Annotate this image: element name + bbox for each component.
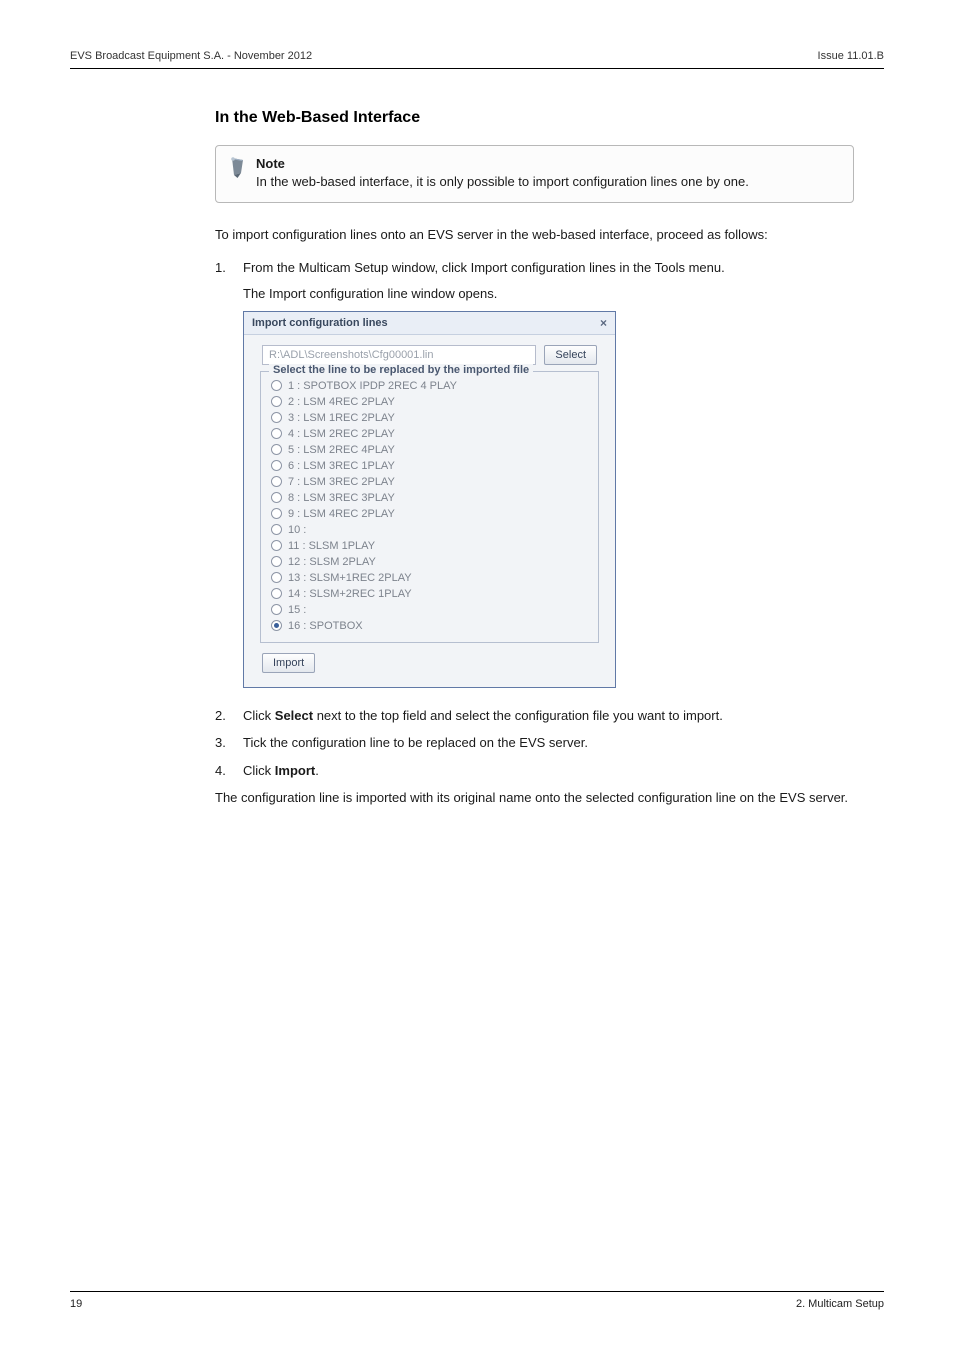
config-line-option[interactable]: 11 : SLSM 1PLAY bbox=[271, 538, 588, 554]
select-button[interactable]: Select bbox=[544, 345, 597, 365]
radio-icon bbox=[271, 508, 282, 519]
path-input[interactable] bbox=[262, 345, 536, 365]
section-title: In the Web-Based Interface bbox=[215, 109, 854, 127]
header-left: EVS Broadcast Equipment S.A. - November … bbox=[70, 50, 312, 62]
radio-icon bbox=[271, 620, 282, 631]
radio-icon bbox=[271, 476, 282, 487]
step-1: 1. From the Multicam Setup window, click… bbox=[215, 258, 854, 278]
note-title: Note bbox=[256, 156, 839, 171]
option-label: 9 : LSM 4REC 2PLAY bbox=[288, 508, 395, 520]
option-label: 4 : LSM 2REC 2PLAY bbox=[288, 428, 395, 440]
option-label: 14 : SLSM+2REC 1PLAY bbox=[288, 588, 412, 600]
import-button[interactable]: Import bbox=[262, 653, 315, 673]
dialog-titlebar: Import configuration lines × bbox=[244, 312, 615, 335]
option-label: 5 : LSM 2REC 4PLAY bbox=[288, 444, 395, 456]
config-line-option[interactable]: 9 : LSM 4REC 2PLAY bbox=[271, 506, 588, 522]
config-line-option[interactable]: 5 : LSM 2REC 4PLAY bbox=[271, 442, 588, 458]
note-text: In the web-based interface, it is only p… bbox=[256, 173, 839, 192]
step-text: From the Multicam Setup window, click Im… bbox=[243, 258, 725, 278]
step-4: 4. Click Import. bbox=[215, 761, 854, 781]
outro-paragraph: The configuration line is imported with … bbox=[215, 788, 854, 808]
fieldset-legend: Select the line to be replaced by the im… bbox=[269, 364, 533, 376]
option-label: 2 : LSM 4REC 2PLAY bbox=[288, 396, 395, 408]
option-label: 12 : SLSM 2PLAY bbox=[288, 556, 376, 568]
header-right: Issue 11.01.B bbox=[818, 50, 884, 62]
dialog-title: Import configuration lines bbox=[252, 317, 388, 329]
radio-icon bbox=[271, 492, 282, 503]
option-label: 3 : LSM 1REC 2PLAY bbox=[288, 412, 395, 424]
step-number: 2. bbox=[215, 706, 233, 726]
config-line-option[interactable]: 2 : LSM 4REC 2PLAY bbox=[271, 394, 588, 410]
config-line-option[interactable]: 15 : bbox=[271, 602, 588, 618]
step-text: Click Import. bbox=[243, 761, 319, 781]
radio-icon bbox=[271, 540, 282, 551]
config-line-option[interactable]: 1 : SPOTBOX IPDP 2REC 4 PLAY bbox=[271, 378, 588, 394]
config-line-option[interactable]: 14 : SLSM+2REC 1PLAY bbox=[271, 586, 588, 602]
option-label: 7 : LSM 3REC 2PLAY bbox=[288, 476, 395, 488]
close-icon[interactable]: × bbox=[600, 316, 607, 330]
radio-icon bbox=[271, 588, 282, 599]
note-box: Note In the web-based interface, it is o… bbox=[215, 145, 854, 203]
line-select-fieldset: Select the line to be replaced by the im… bbox=[260, 371, 599, 643]
config-line-option[interactable]: 13 : SLSM+1REC 2PLAY bbox=[271, 570, 588, 586]
config-line-option[interactable]: 10 : bbox=[271, 522, 588, 538]
radio-icon bbox=[271, 412, 282, 423]
radio-icon bbox=[271, 556, 282, 567]
option-label: 1 : SPOTBOX IPDP 2REC 4 PLAY bbox=[288, 380, 457, 392]
step-number: 4. bbox=[215, 761, 233, 781]
option-label: 8 : LSM 3REC 3PLAY bbox=[288, 492, 395, 504]
step-text: Click Select next to the top field and s… bbox=[243, 706, 723, 726]
option-label: 11 : SLSM 1PLAY bbox=[288, 540, 375, 552]
option-label: 16 : SPOTBOX bbox=[288, 620, 363, 632]
radio-icon bbox=[271, 428, 282, 439]
page-header: EVS Broadcast Equipment S.A. - November … bbox=[70, 50, 884, 69]
radio-icon bbox=[271, 572, 282, 583]
option-label: 6 : LSM 3REC 1PLAY bbox=[288, 460, 395, 472]
config-line-option[interactable]: 12 : SLSM 2PLAY bbox=[271, 554, 588, 570]
radio-icon bbox=[271, 396, 282, 407]
config-line-option[interactable]: 8 : LSM 3REC 3PLAY bbox=[271, 490, 588, 506]
step-number: 1. bbox=[215, 258, 233, 278]
step-1-sub: The Import configuration line window ope… bbox=[243, 286, 854, 301]
config-line-option[interactable]: 3 : LSM 1REC 2PLAY bbox=[271, 410, 588, 426]
radio-icon bbox=[271, 460, 282, 471]
config-line-option[interactable]: 16 : SPOTBOX bbox=[271, 618, 588, 634]
option-label: 13 : SLSM+1REC 2PLAY bbox=[288, 572, 412, 584]
intro-paragraph: To import configuration lines onto an EV… bbox=[215, 225, 854, 245]
step-2: 2. Click Select next to the top field an… bbox=[215, 706, 854, 726]
option-label: 10 : bbox=[288, 524, 306, 536]
page-footer: 19 2. Multicam Setup bbox=[70, 1291, 884, 1310]
radio-icon bbox=[271, 524, 282, 535]
config-line-option[interactable]: 4 : LSM 2REC 2PLAY bbox=[271, 426, 588, 442]
radio-icon bbox=[271, 444, 282, 455]
config-line-option[interactable]: 7 : LSM 3REC 2PLAY bbox=[271, 474, 588, 490]
step-text: Tick the configuration line to be replac… bbox=[243, 733, 588, 753]
config-line-option[interactable]: 6 : LSM 3REC 1PLAY bbox=[271, 458, 588, 474]
radio-icon bbox=[271, 380, 282, 391]
radio-icon bbox=[271, 604, 282, 615]
step-3: 3. Tick the configuration line to be rep… bbox=[215, 733, 854, 753]
import-dialog: Import configuration lines × Select Sele… bbox=[243, 311, 616, 688]
step-number: 3. bbox=[215, 733, 233, 753]
option-label: 15 : bbox=[288, 604, 306, 616]
footer-section: 2. Multicam Setup bbox=[796, 1298, 884, 1310]
page-number: 19 bbox=[70, 1298, 82, 1310]
pencil-icon bbox=[230, 157, 246, 179]
